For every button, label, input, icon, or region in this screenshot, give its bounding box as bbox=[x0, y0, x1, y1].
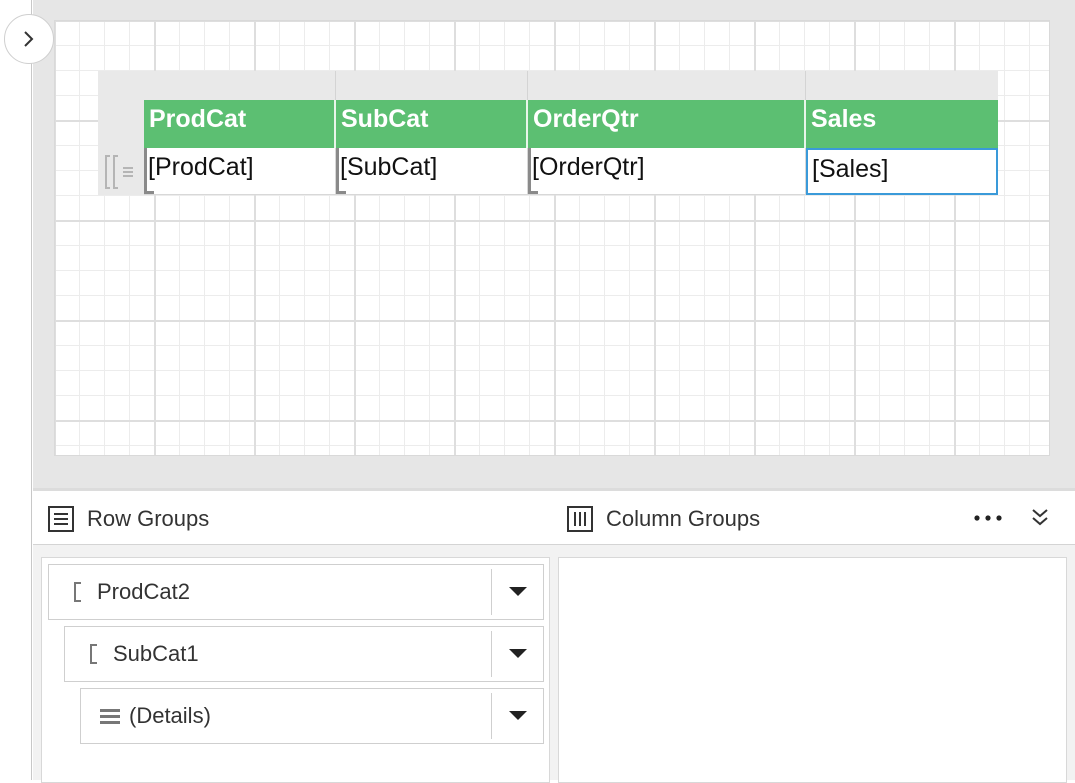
field-expression: [OrderQtr] bbox=[532, 153, 645, 181]
group-indicator bbox=[528, 191, 538, 194]
grouping-panel-header: Row Groups Column Groups bbox=[33, 491, 1075, 545]
column-groups-header: Column Groups bbox=[566, 505, 760, 533]
field-expression: [Sales] bbox=[812, 155, 889, 183]
row-group-item-prodcat2[interactable]: ProdCat2 bbox=[48, 564, 544, 620]
row-groups-list: ProdCat2 SubCat1 (Details) bbox=[41, 557, 550, 783]
group-dropdown-button[interactable] bbox=[491, 693, 543, 739]
column-handle-3[interactable] bbox=[528, 71, 806, 100]
left-sidebar-strip bbox=[0, 0, 32, 780]
group-label: (Details) bbox=[129, 703, 211, 728]
details-lines-icon bbox=[99, 707, 121, 725]
caret-down-icon bbox=[508, 587, 527, 596]
header-cell-sales[interactable]: Sales bbox=[806, 100, 998, 148]
sidebar-toggle-button[interactable] bbox=[4, 14, 54, 64]
more-options-icon bbox=[974, 515, 1002, 521]
group-label: SubCat1 bbox=[113, 641, 199, 666]
more-options-button[interactable] bbox=[971, 505, 1005, 531]
group-indicator bbox=[144, 191, 154, 194]
column-groups-icon bbox=[567, 506, 593, 532]
row-group-item-subcat1[interactable]: SubCat1 bbox=[64, 626, 544, 682]
row-handle-header[interactable] bbox=[98, 100, 144, 148]
row-groups-icon bbox=[48, 506, 74, 532]
data-cell-prodcat[interactable]: [ProdCat] bbox=[144, 148, 336, 195]
column-handle-1[interactable] bbox=[144, 71, 336, 100]
data-cell-subcat[interactable]: [SubCat] bbox=[336, 148, 528, 195]
group-indicator bbox=[336, 191, 346, 194]
data-cell-sales-selected[interactable]: [Sales] bbox=[806, 148, 998, 195]
data-cell-orderqtr[interactable]: [OrderQtr] bbox=[528, 148, 806, 195]
row-groups-title: Row Groups bbox=[87, 506, 210, 531]
header-cell-orderqtr[interactable]: OrderQtr bbox=[528, 100, 806, 148]
design-surface: ProdCat SubCat OrderQtr Sales [ProdCat] … bbox=[33, 0, 1075, 488]
group-indicator bbox=[336, 148, 339, 192]
group-bracket-icon bbox=[67, 581, 89, 603]
group-dropdown-button[interactable] bbox=[491, 631, 543, 677]
header-cell-prodcat[interactable]: ProdCat bbox=[144, 100, 336, 148]
collapse-panel-button[interactable] bbox=[1026, 503, 1054, 531]
column-groups-list bbox=[558, 557, 1067, 783]
double-chevron-down-icon bbox=[1032, 509, 1048, 526]
report-body-canvas[interactable]: ProdCat SubCat OrderQtr Sales [ProdCat] … bbox=[54, 20, 1050, 456]
group-label: ProdCat2 bbox=[97, 579, 190, 604]
group-bracket-icon bbox=[83, 643, 105, 665]
column-handle-4[interactable] bbox=[806, 71, 998, 100]
row-group-item-details[interactable]: (Details) bbox=[80, 688, 544, 744]
tablix-corner-handle[interactable] bbox=[98, 71, 144, 100]
field-expression: [ProdCat] bbox=[148, 153, 254, 181]
header-cell-subcat[interactable]: SubCat bbox=[336, 100, 528, 148]
group-dropdown-button[interactable] bbox=[491, 569, 543, 615]
caret-down-icon bbox=[508, 711, 527, 720]
group-indicator bbox=[528, 148, 531, 192]
chevron-right-icon bbox=[24, 31, 34, 47]
group-indicator bbox=[144, 148, 147, 192]
column-groups-title: Column Groups bbox=[606, 506, 761, 531]
column-handle-2[interactable] bbox=[336, 71, 528, 100]
row-group-marker bbox=[104, 154, 140, 190]
group-nesting-icon bbox=[105, 155, 133, 189]
field-expression: [SubCat] bbox=[340, 153, 438, 181]
grouping-panel: Row Groups Column Groups ProdCat2 SubCat… bbox=[33, 488, 1075, 783]
caret-down-icon bbox=[508, 649, 527, 658]
row-groups-header: Row Groups bbox=[47, 505, 209, 533]
